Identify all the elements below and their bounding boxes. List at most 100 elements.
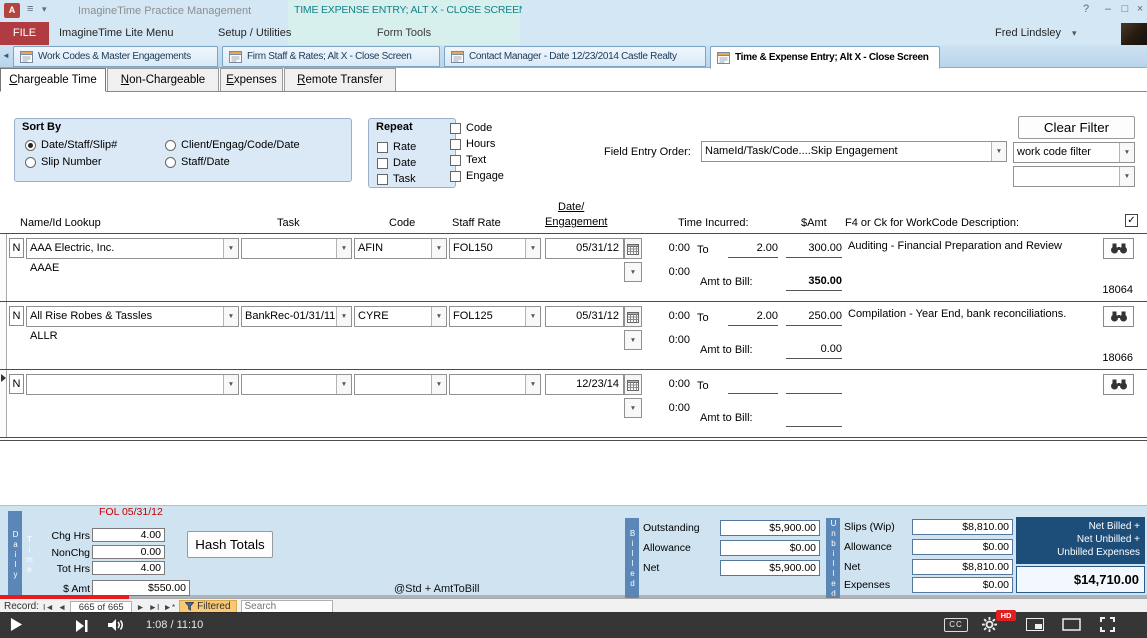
quick-access-caret-icon[interactable]: ▾	[42, 4, 47, 15]
engagement-combo-arrow[interactable]: ▼	[624, 330, 642, 350]
tab-time-expense-entry[interactable]: Time & Expense Entry; Alt X - Close Scre…	[710, 46, 940, 69]
checkbox-date[interactable]: Date	[377, 157, 416, 169]
amt-to-bill-field[interactable]	[786, 408, 842, 427]
name-lookup-combo[interactable]: AAA Electric, Inc.▼	[26, 238, 239, 259]
dropdown-arrow-icon[interactable]: ▼	[223, 239, 238, 258]
calendar-button[interactable]	[624, 306, 642, 327]
play-button[interactable]	[10, 617, 23, 632]
next-record-button[interactable]: ►	[136, 602, 144, 612]
user-caret-icon[interactable]: ▾	[1072, 22, 1077, 45]
access-app-icon[interactable]: A	[4, 3, 20, 18]
new-record-button[interactable]: ►*	[163, 602, 175, 612]
time-incurred-field[interactable]: 0:00	[645, 378, 690, 390]
checkbox-text[interactable]: Text	[450, 154, 486, 166]
dropdown-arrow-icon[interactable]: ▼	[336, 239, 351, 258]
engagement-combo-arrow[interactable]: ▼	[624, 398, 642, 418]
date-field[interactable]: 05/31/12	[545, 306, 624, 327]
last-record-button[interactable]: ►I	[149, 602, 160, 612]
record-selector[interactable]	[0, 302, 7, 370]
hours-field[interactable]: 2.00	[728, 307, 778, 326]
record-selector[interactable]	[0, 234, 7, 302]
dropdown-arrow-icon[interactable]: ▼	[1119, 143, 1134, 162]
closed-captions-button[interactable]: CC	[944, 618, 968, 632]
user-name[interactable]: Fred Lindsley	[995, 22, 1061, 45]
help-button[interactable]: ?	[1078, 3, 1094, 15]
name-lookup-combo[interactable]: ▼	[26, 374, 239, 395]
volume-button[interactable]	[108, 619, 125, 631]
n-button[interactable]: N	[9, 306, 24, 326]
next-video-button[interactable]	[76, 620, 88, 632]
radio-date-staff-slip[interactable]: Date/Staff/Slip#	[25, 139, 117, 151]
code-combo[interactable]: CYRE▼	[354, 306, 447, 327]
checkbox-hours[interactable]: Hours	[450, 138, 495, 150]
dropdown-arrow-icon[interactable]: ▼	[525, 239, 540, 258]
video-progress-track[interactable]	[0, 595, 1147, 599]
checkbox-code[interactable]: Code	[450, 122, 492, 134]
n-button[interactable]: N	[9, 238, 24, 258]
dropdown-arrow-icon[interactable]: ▼	[1119, 167, 1134, 186]
tab-work-codes-master-engagements[interactable]: Work Codes & Master Engagements	[13, 46, 218, 67]
work-code-filter-combo[interactable]: work code filter ▼	[1013, 142, 1135, 163]
tab-setup-utilities[interactable]: Setup / Utilities	[218, 22, 291, 45]
tab-contact-manager[interactable]: Contact Manager - Date 12/23/2014 Castle…	[444, 46, 706, 67]
radio-staff-date[interactable]: Staff/Date	[165, 156, 230, 168]
code-combo[interactable]: AFIN▼	[354, 238, 447, 259]
hash-totals-button[interactable]: Hash Totals	[187, 531, 273, 558]
dropdown-arrow-icon[interactable]: ▼	[431, 239, 446, 258]
staff-rate-combo[interactable]: ▼	[449, 374, 541, 395]
dropdown-arrow-icon[interactable]: ▼	[525, 375, 540, 394]
quick-access-menu-icon[interactable]: ≡	[27, 3, 33, 15]
tab-imaginetime-lite-menu[interactable]: ImagineTime Lite Menu	[59, 22, 174, 45]
date-field[interactable]: 05/31/12	[545, 238, 624, 259]
restore-button[interactable]: □	[1117, 3, 1133, 15]
workcode-description-text[interactable]: Compilation - Year End, bank reconciliat…	[848, 308, 1082, 321]
task-combo[interactable]: ▼	[241, 374, 352, 395]
settings-gear-button[interactable]	[982, 617, 997, 632]
task-combo[interactable]: ▼	[241, 238, 352, 259]
dropdown-arrow-icon[interactable]: ▼	[991, 142, 1006, 161]
amount-field[interactable]	[786, 375, 842, 394]
time-second-field[interactable]: 0:00	[645, 334, 690, 346]
record-selector[interactable]	[0, 370, 7, 438]
date-field[interactable]: 12/23/14	[545, 374, 624, 395]
fullscreen-button[interactable]	[1100, 617, 1115, 632]
calendar-button[interactable]	[624, 238, 642, 259]
user-avatar[interactable]	[1121, 23, 1147, 45]
checkbox-task[interactable]: Task	[377, 173, 416, 185]
amt-to-bill-field[interactable]: 0.00	[786, 340, 842, 359]
miniplayer-button[interactable]	[1026, 618, 1044, 631]
dropdown-arrow-icon[interactable]: ▼	[431, 307, 446, 326]
amt-to-bill-field[interactable]: 350.00	[786, 272, 842, 291]
task-combo[interactable]: BankRec-01/31/11▼	[241, 306, 352, 327]
secondary-filter-combo[interactable]: ▼	[1013, 166, 1135, 187]
close-button[interactable]: ×	[1132, 3, 1147, 15]
staff-rate-combo[interactable]: FOL150▼	[449, 238, 541, 259]
checkbox-rate[interactable]: Rate	[377, 141, 416, 153]
amount-field[interactable]: 300.00	[786, 239, 842, 258]
time-second-field[interactable]: 0:00	[645, 402, 690, 414]
dropdown-arrow-icon[interactable]: ▼	[223, 375, 238, 394]
radio-slip-number[interactable]: Slip Number	[25, 156, 102, 168]
radio-client-engag-code-date[interactable]: Client/Engag/Code/Date	[165, 139, 300, 151]
first-record-button[interactable]: I◄	[43, 602, 54, 612]
field-entry-order-combo[interactable]: NameId/Task/Code....Skip Engagement ▼	[701, 141, 1007, 162]
dropdown-arrow-icon[interactable]: ▼	[525, 307, 540, 326]
dropdown-arrow-icon[interactable]: ▼	[336, 307, 351, 326]
lookup-binoculars-button[interactable]	[1103, 374, 1134, 395]
previous-record-button[interactable]: ◄	[58, 602, 66, 612]
name-lookup-combo[interactable]: All Rise Robes & Tassles▼	[26, 306, 239, 327]
tab-form-tools[interactable]: Form Tools	[288, 22, 520, 45]
n-button[interactable]: N	[9, 374, 24, 394]
time-incurred-field[interactable]: 0:00	[645, 242, 690, 254]
engagement-combo-arrow[interactable]: ▼	[624, 262, 642, 282]
workcode-description-text[interactable]: Auditing - Financial Preparation and Rev…	[848, 240, 1082, 253]
workcode-description-checkbox[interactable]: ✓	[1125, 214, 1138, 227]
hours-field[interactable]: 2.00	[728, 239, 778, 258]
minimize-button[interactable]: –	[1100, 3, 1116, 15]
tab-firm-staff-rates[interactable]: Firm Staff & Rates; Alt X - Close Screen	[222, 46, 440, 67]
calendar-button[interactable]	[624, 374, 642, 395]
lookup-binoculars-button[interactable]	[1103, 238, 1134, 259]
amount-field[interactable]: 250.00	[786, 307, 842, 326]
checkbox-engage[interactable]: Engage	[450, 170, 504, 182]
dropdown-arrow-icon[interactable]: ▼	[431, 375, 446, 394]
